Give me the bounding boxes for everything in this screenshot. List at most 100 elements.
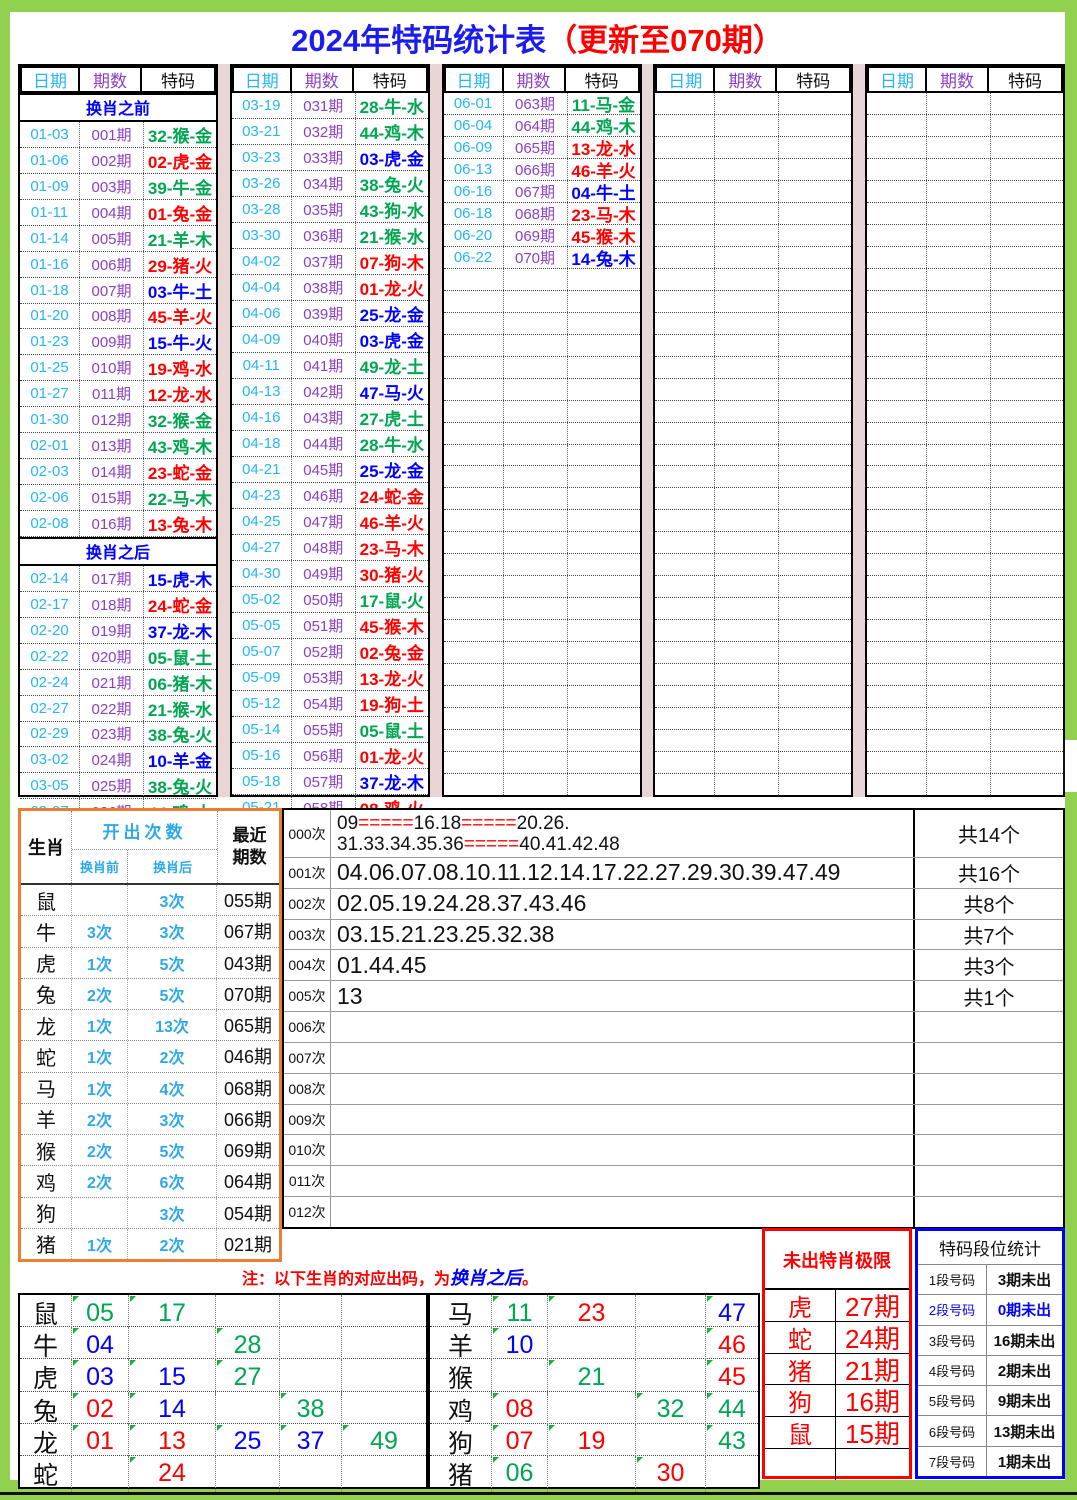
table-row: 05-12054期19-狗-土 bbox=[232, 691, 428, 717]
code-cell: 46-羊-火 bbox=[568, 159, 640, 180]
period-cell bbox=[927, 313, 991, 334]
table-row: 01-23009期15-牛-火 bbox=[20, 329, 216, 355]
code-cell bbox=[568, 466, 640, 487]
table-row bbox=[444, 466, 640, 488]
period-cell bbox=[715, 686, 779, 707]
table-body: 06-01063期11-马-金06-04064期44-鸡-木06-09065期1… bbox=[444, 93, 640, 795]
code-cell bbox=[779, 532, 851, 553]
code-cell: 03-牛-土 bbox=[144, 278, 216, 303]
table-row: 05-16056期01-龙-火 bbox=[232, 743, 428, 769]
table-row: 04-27048期23-马-木 bbox=[232, 535, 428, 561]
period-cell bbox=[927, 752, 991, 773]
code-cell: 45-猴-木 bbox=[568, 225, 640, 246]
code-cell bbox=[779, 137, 851, 158]
section-header-row: 换肖之后 bbox=[20, 537, 216, 566]
period-cell: 035期 bbox=[292, 197, 356, 222]
date-cell bbox=[444, 423, 504, 444]
period-cell bbox=[504, 620, 568, 641]
table-row: 04-21045期25-龙-金 bbox=[232, 457, 428, 483]
header-zodiac: 生肖 bbox=[21, 811, 72, 883]
date-cell: 06-09 bbox=[444, 137, 504, 158]
code-cell bbox=[568, 379, 640, 400]
frequency-row: 006次 bbox=[284, 1012, 1063, 1043]
date-cell bbox=[655, 642, 715, 663]
zodiac-number-row: 马112347 bbox=[430, 1295, 758, 1327]
note-highlight: 换肖之后 bbox=[450, 1264, 522, 1290]
table-row bbox=[444, 379, 640, 401]
table-row bbox=[867, 269, 1063, 291]
date-cell: 04-13 bbox=[232, 379, 292, 404]
date-cell bbox=[867, 576, 927, 597]
date-cell: 06-20 bbox=[444, 225, 504, 246]
period-cell: 025期 bbox=[80, 773, 144, 798]
segment-value-cell: 16期未出 bbox=[987, 1326, 1062, 1355]
table-row bbox=[867, 664, 1063, 686]
date-cell: 01-03 bbox=[20, 122, 80, 147]
date-cell: 01-11 bbox=[20, 200, 80, 225]
period-cell bbox=[504, 576, 568, 597]
code-cell: 19-狗-土 bbox=[356, 691, 428, 716]
period-cell bbox=[715, 664, 779, 685]
zodiac-stats-header: 生肖 开出次数 换肖前 换肖后 最近期数 bbox=[21, 811, 279, 885]
period-cell bbox=[927, 445, 991, 466]
code-cell: 07-狗-木 bbox=[356, 249, 428, 274]
number-cell: 45 bbox=[706, 1359, 758, 1395]
table-row bbox=[655, 532, 851, 554]
period-cell: 007期 bbox=[80, 278, 144, 303]
before-count-cell: 1次 bbox=[72, 1073, 128, 1103]
page: 2024年特码统计表（更新至070期） 日期期数特码换肖之前01-03001期3… bbox=[0, 0, 1077, 1500]
code-cell bbox=[779, 181, 851, 202]
code-cell: 38-兔-火 bbox=[144, 773, 216, 798]
period-cell bbox=[715, 159, 779, 180]
zodiac-name-cell: 兔 bbox=[20, 1392, 72, 1428]
before-count-cell: 2次 bbox=[72, 979, 128, 1009]
code-cell bbox=[991, 357, 1063, 378]
date-cell: 02-24 bbox=[20, 670, 80, 695]
period-cell bbox=[715, 774, 779, 795]
period-table-group-1: 日期期数特码换肖之前01-03001期32-猴-金01-06002期02-虎-金… bbox=[18, 64, 218, 797]
table-row bbox=[444, 269, 640, 291]
table-row: 03-28035期43-狗-水 bbox=[232, 197, 428, 223]
zodiac-number-row: 蛇24 bbox=[20, 1456, 426, 1487]
code-cell bbox=[991, 379, 1063, 400]
frequency-total-cell: 共3个 bbox=[913, 950, 1063, 980]
date-cell: 05-14 bbox=[232, 717, 292, 742]
table-row bbox=[655, 708, 851, 730]
date-cell bbox=[655, 532, 715, 553]
table-row: 02-29023期38-兔-火 bbox=[20, 722, 216, 748]
date-cell: 02-01 bbox=[20, 433, 80, 458]
frequency-numbers-cell bbox=[331, 1166, 913, 1196]
table-row bbox=[655, 357, 851, 379]
date-cell bbox=[867, 752, 927, 773]
period-cell bbox=[715, 115, 779, 136]
date-cell bbox=[867, 642, 927, 663]
after-count-cell: 6次 bbox=[128, 1166, 217, 1196]
period-cell bbox=[504, 532, 568, 553]
table-row: 04-06039期25-龙-金 bbox=[232, 301, 428, 327]
date-cell: 03-21 bbox=[232, 119, 292, 144]
period-cell: 017期 bbox=[80, 566, 144, 591]
period-cell bbox=[927, 554, 991, 575]
frequency-numbers-cell: 13 bbox=[331, 981, 913, 1011]
period-cell bbox=[927, 708, 991, 729]
period-cell bbox=[715, 335, 779, 356]
table-row bbox=[444, 445, 640, 467]
date-cell: 01-09 bbox=[20, 174, 80, 199]
table-header-row: 日期期数特码 bbox=[20, 66, 216, 93]
table-row bbox=[867, 554, 1063, 576]
date-cell bbox=[867, 488, 927, 509]
code-cell bbox=[991, 708, 1063, 729]
table-row: 03-02024期10-羊-金 bbox=[20, 747, 216, 773]
table-row bbox=[867, 708, 1063, 730]
code-cell bbox=[568, 532, 640, 553]
zodiac-number-row: 猴2145 bbox=[430, 1359, 758, 1391]
code-cell: 25-龙-金 bbox=[356, 457, 428, 482]
table-row: 01-18007期03-牛-土 bbox=[20, 278, 216, 304]
date-cell bbox=[655, 203, 715, 224]
table-row bbox=[444, 642, 640, 664]
frequency-label-cell: 002次 bbox=[284, 889, 331, 919]
note-prefix: 注：以下生肖的对应出码，为 bbox=[242, 1265, 450, 1289]
period-cell: 067期 bbox=[504, 181, 568, 202]
period-cell bbox=[927, 423, 991, 444]
period-cell bbox=[504, 335, 568, 356]
